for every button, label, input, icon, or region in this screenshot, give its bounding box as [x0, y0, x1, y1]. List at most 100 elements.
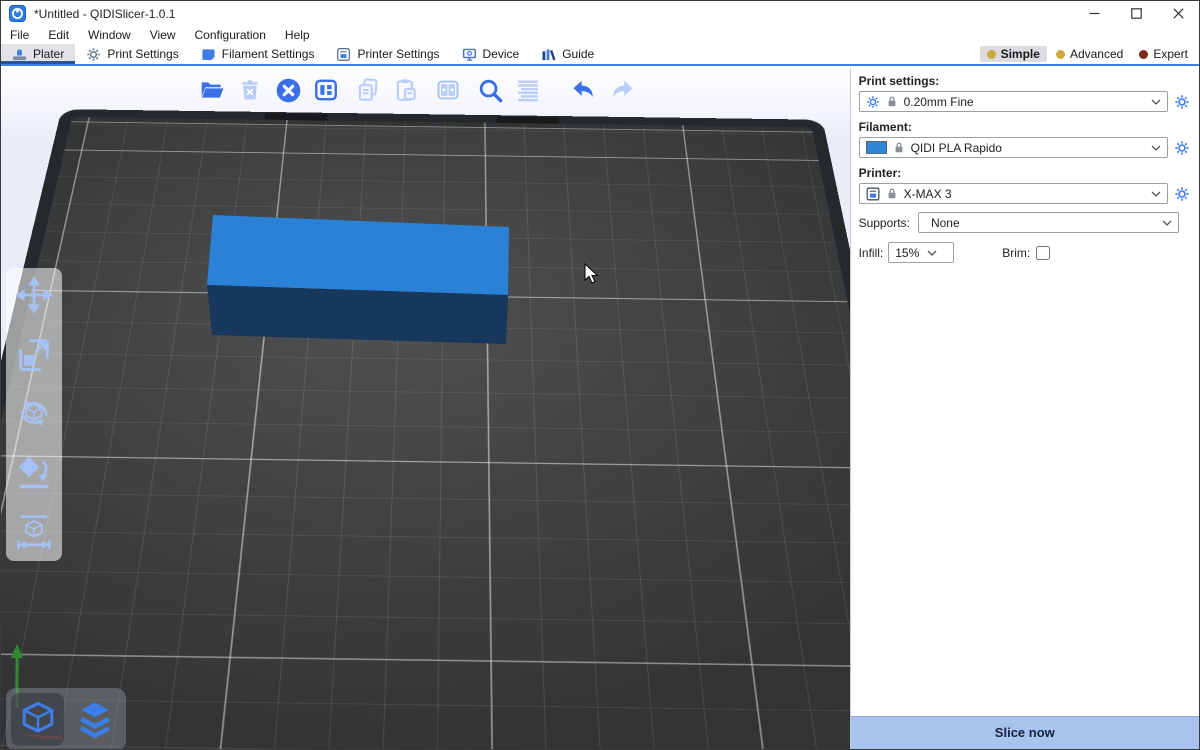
editor-view-button[interactable] [11, 693, 64, 746]
printer-dropdown[interactable]: X-MAX 3 [859, 183, 1168, 204]
open-folder-icon [199, 77, 225, 103]
filament-row: QIDI PLA Rapido [859, 137, 1191, 158]
lock-icon [893, 141, 905, 154]
search-icon [477, 77, 504, 104]
menu-configuration[interactable]: Configuration [195, 28, 266, 42]
build-plate [1, 109, 850, 749]
expert-dot-icon [1139, 50, 1148, 59]
filament-color-swatch [866, 141, 887, 154]
place-on-face-icon [14, 451, 54, 493]
tab-label: Printer Settings [357, 47, 439, 61]
split-objects-button[interactable] [433, 73, 463, 107]
supports-label: Supports: [859, 216, 910, 230]
lock-icon [886, 187, 898, 200]
undo-button[interactable] [569, 73, 599, 107]
gear-icon [1174, 186, 1190, 202]
rotate-tool-button[interactable] [14, 392, 54, 437]
model-box-front-face[interactable] [207, 285, 508, 344]
print-settings-value: 0.20mm Fine [904, 95, 1145, 109]
infill-row: Infill: 15% Brim: [859, 242, 1191, 263]
tab-print-settings[interactable]: Print Settings [75, 44, 189, 64]
tab-printer-settings[interactable]: Printer Settings [325, 44, 450, 64]
brim-checkbox[interactable] [1036, 246, 1050, 260]
minimize-icon [1089, 8, 1100, 19]
measure-icon [14, 510, 54, 552]
tab-label: Print Settings [107, 47, 178, 61]
open-button[interactable] [197, 73, 227, 107]
left-toolbar [6, 268, 62, 561]
print-settings-row: 0.20mm Fine [859, 91, 1191, 112]
brim-label: Brim: [1002, 246, 1030, 260]
build-plate-grid [1, 117, 850, 749]
mode-advanced[interactable]: Advanced [1049, 46, 1130, 62]
chevron-down-icon [1151, 99, 1161, 105]
menu-view[interactable]: View [150, 28, 176, 42]
tab-label: Device [483, 47, 520, 61]
measure-tool-button[interactable] [14, 510, 54, 555]
undo-icon [570, 76, 598, 104]
tab-label: Filament Settings [222, 47, 315, 61]
menu-help[interactable]: Help [285, 28, 310, 42]
window-title: *Untitled - QIDISlicer-1.0.1 [34, 7, 175, 21]
print-settings-dropdown[interactable]: 0.20mm Fine [859, 91, 1168, 112]
printer-label: Printer: [859, 166, 1191, 180]
arrange-button[interactable] [311, 73, 341, 107]
menu-file[interactable]: File [10, 28, 29, 42]
infill-dropdown[interactable]: 15% [888, 242, 954, 263]
maximize-button[interactable] [1115, 1, 1157, 26]
delete-button[interactable] [235, 73, 265, 107]
move-tool-button[interactable] [14, 274, 54, 319]
gear-icon [86, 47, 101, 62]
app-icon [9, 5, 26, 22]
layer-height-icon [515, 77, 541, 103]
variable-layer-height-button[interactable] [513, 73, 543, 107]
viewport-3d-canvas[interactable] [1, 68, 850, 749]
plate-clip [265, 113, 328, 120]
mode-expert[interactable]: Expert [1132, 46, 1195, 62]
filament-icon [201, 47, 216, 62]
lock-icon [886, 95, 898, 108]
mode-simple[interactable]: Simple [980, 46, 1047, 62]
supports-dropdown[interactable]: None [918, 212, 1179, 233]
tab-guide[interactable]: Guide [530, 44, 605, 64]
redo-button[interactable] [607, 73, 637, 107]
menu-edit[interactable]: Edit [48, 28, 69, 42]
tab-filament-settings[interactable]: Filament Settings [190, 44, 326, 64]
scale-tool-button[interactable] [14, 333, 54, 378]
filament-dropdown[interactable]: QIDI PLA Rapido [859, 137, 1168, 158]
minimize-button[interactable] [1073, 1, 1115, 26]
preview-view-button[interactable] [68, 693, 121, 746]
search-button[interactable] [475, 73, 505, 107]
paste-icon [393, 77, 419, 103]
3d-view-cube-icon [15, 697, 61, 743]
app-window: *Untitled - QIDISlicer-1.0.1 File Edit W… [0, 0, 1200, 750]
device-icon [462, 47, 477, 62]
tab-device[interactable]: Device [451, 44, 531, 64]
mode-label: Advanced [1070, 47, 1123, 61]
paste-button[interactable] [391, 73, 421, 107]
edit-filament-button[interactable] [1173, 139, 1191, 157]
tab-label: Guide [562, 47, 594, 61]
edit-print-settings-button[interactable] [1173, 93, 1191, 111]
close-button[interactable] [1157, 1, 1199, 26]
model-box-top-face[interactable] [207, 215, 509, 295]
filament-value: QIDI PLA Rapido [911, 141, 1145, 155]
printer-value: X-MAX 3 [904, 187, 1145, 201]
main-area: Print settings: 0.20mm Fine [1, 68, 1199, 749]
rotate-icon [14, 392, 54, 434]
settings-panel: Print settings: 0.20mm Fine [850, 68, 1199, 749]
menubar: File Edit Window View Configuration Help [1, 26, 1199, 44]
copy-button[interactable] [353, 73, 383, 107]
gear-icon [866, 95, 880, 109]
menu-window[interactable]: Window [88, 28, 131, 42]
plate-clip [496, 116, 559, 123]
edit-printer-button[interactable] [1173, 185, 1191, 203]
infill-value: 15% [895, 246, 919, 260]
print-settings-label: Print settings: [859, 74, 1191, 88]
tab-plater[interactable]: Plater [1, 44, 75, 64]
view-mode-toggles [6, 688, 126, 749]
trash-icon [238, 78, 262, 102]
slice-now-button[interactable]: Slice now [851, 716, 1199, 749]
place-on-face-tool-button[interactable] [14, 451, 54, 496]
delete-all-button[interactable] [273, 73, 303, 107]
